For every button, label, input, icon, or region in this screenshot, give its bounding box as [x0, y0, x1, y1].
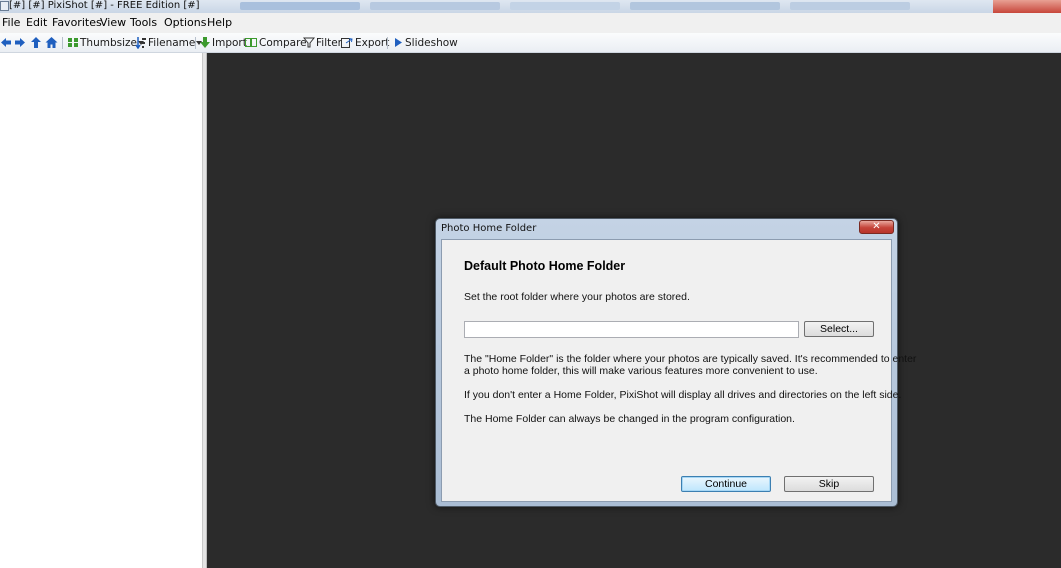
menu-help[interactable]: Help — [207, 16, 232, 30]
thumbsize-label: Thumbsize — [80, 37, 137, 49]
export-icon — [341, 38, 353, 48]
toolbar: Thumbsize Filename Import Compare Filter… — [0, 33, 1061, 53]
menubar: File Edit Favorites View Tools Options H… — [0, 13, 1061, 33]
menu-view[interactable]: View — [100, 16, 126, 30]
config-change-note: The Home Folder can always be changed in… — [464, 413, 795, 425]
back-arrow-icon[interactable] — [0, 36, 12, 49]
window-title: [#] [#] PixiShot [#] - FREE Edition [#] — [9, 0, 200, 11]
app-icon — [0, 1, 9, 11]
home-folder-explanation-line1: The "Home Folder" is the folder where yo… — [464, 353, 917, 365]
select-folder-button[interactable]: Select... — [804, 321, 874, 337]
toolbar-separator — [62, 37, 63, 49]
export-button[interactable]: Export — [355, 36, 389, 51]
forward-arrow-icon[interactable] — [14, 36, 26, 49]
import-button[interactable]: Import — [212, 36, 247, 51]
taskbar-strip — [510, 2, 620, 10]
filter-icon — [303, 37, 315, 48]
taskbar-strip — [790, 2, 910, 10]
play-icon — [395, 38, 402, 47]
home-folder-input[interactable] — [464, 321, 799, 338]
dialog-instruction: Set the root folder where your photos ar… — [464, 291, 690, 303]
menu-favorites[interactable]: Favorites — [52, 16, 102, 30]
window-titlebar: [#] [#] PixiShot [#] - FREE Edition [#] — [0, 0, 1061, 13]
filename-label: Filename — [148, 37, 196, 49]
home-folder-explanation-line2: a photo home folder, this will make vari… — [464, 365, 818, 377]
continue-button[interactable]: Continue — [681, 476, 771, 492]
taskbar-strip — [370, 2, 500, 10]
menu-edit[interactable]: Edit — [26, 16, 47, 30]
toolbar-separator — [195, 37, 196, 49]
filter-button[interactable]: Filter — [316, 36, 342, 51]
compare-icon — [245, 38, 257, 47]
no-home-folder-note: If you don't enter a Home Folder, PixiSh… — [464, 389, 902, 401]
up-arrow-icon[interactable] — [30, 36, 42, 49]
taskbar-strip — [630, 2, 780, 10]
photo-home-folder-dialog: Photo Home Folder ✕ Default Photo Home F… — [435, 218, 916, 507]
dialog-title: Photo Home Folder — [441, 223, 537, 234]
compare-button[interactable]: Compare — [259, 36, 307, 51]
toolbar-separator — [387, 37, 388, 49]
import-icon — [200, 37, 210, 48]
home-icon[interactable] — [45, 36, 58, 49]
dialog-heading: Default Photo Home Folder — [464, 259, 626, 273]
dialog-close-button[interactable]: ✕ — [859, 220, 894, 234]
skip-button[interactable]: Skip — [784, 476, 874, 492]
slideshow-button[interactable]: Slideshow — [405, 36, 458, 51]
dialog-content: Default Photo Home Folder Set the root f… — [441, 239, 916, 502]
thumbnail-grid-icon — [68, 38, 78, 47]
taskbar-strip — [240, 2, 360, 10]
folder-tree-panel[interactable] — [0, 53, 203, 568]
menu-file[interactable]: File — [2, 16, 20, 30]
menu-options[interactable]: Options — [164, 16, 206, 30]
sort-icon — [135, 37, 146, 49]
window-close-button[interactable] — [993, 0, 1061, 13]
menu-tools[interactable]: Tools — [130, 16, 157, 30]
